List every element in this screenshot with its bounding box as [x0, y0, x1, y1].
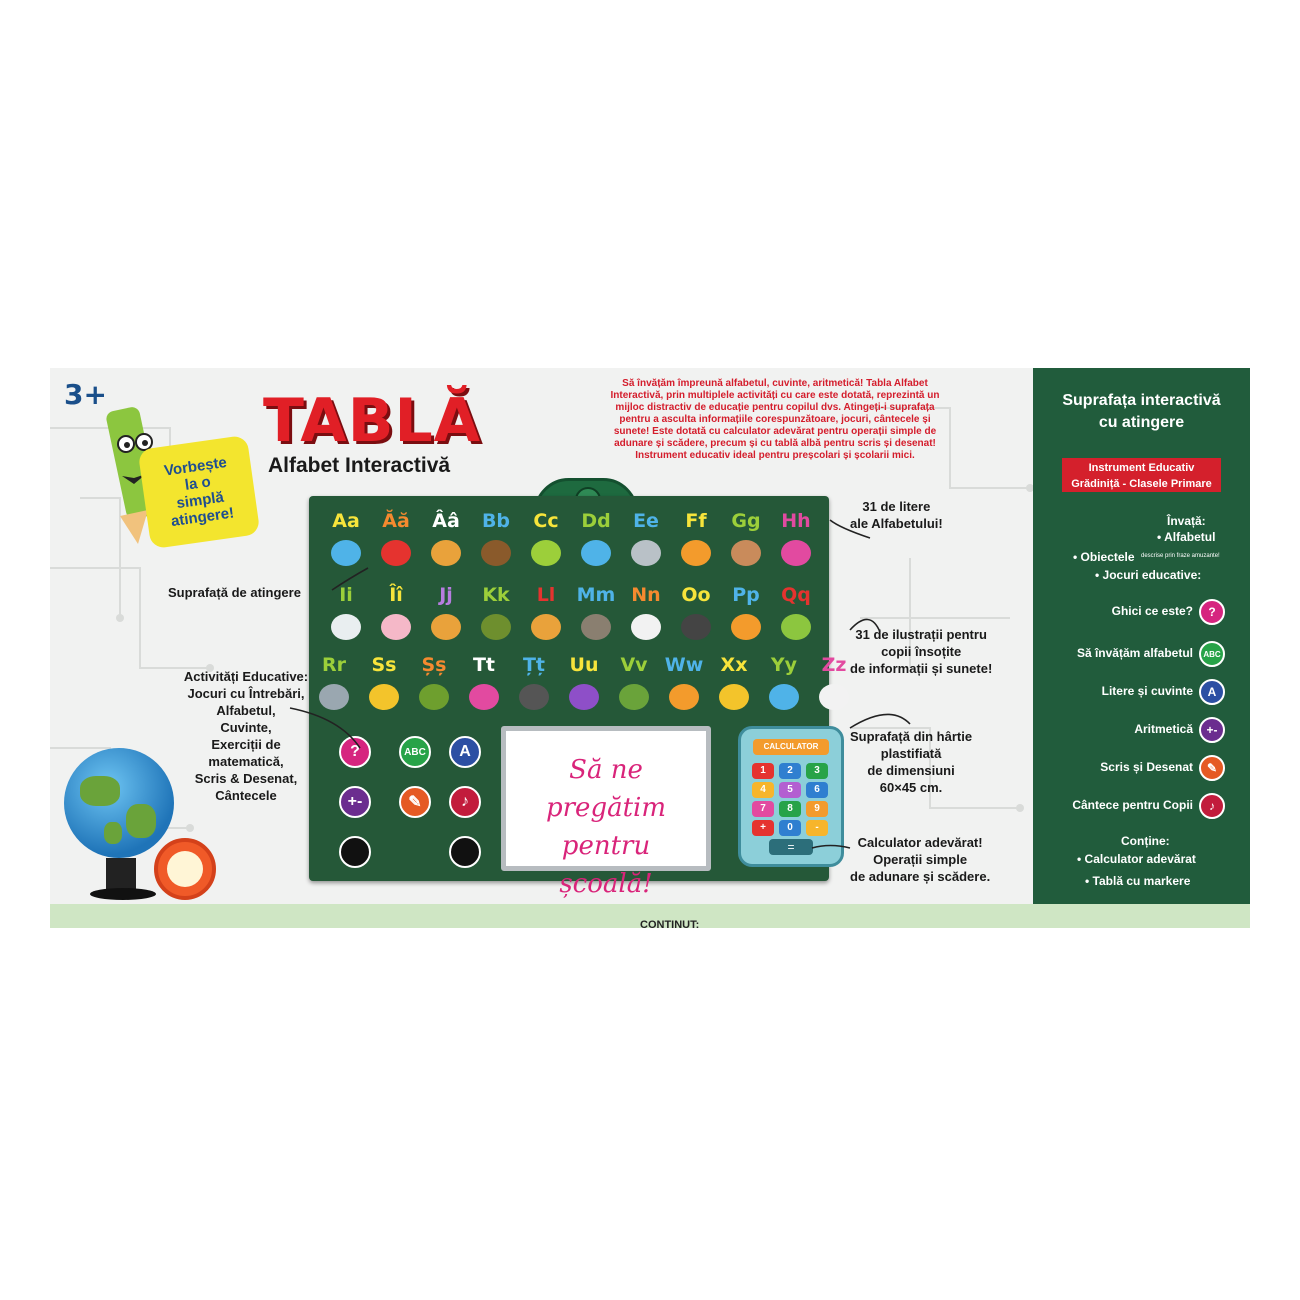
contains-heading: Conține: — [1121, 834, 1170, 848]
mode-plus-minus-icon: +- — [1199, 717, 1225, 743]
mode-label-arithmetic: Aritmetică — [1134, 722, 1193, 736]
mode-label-letters: Litere și cuvinte — [1101, 684, 1193, 698]
mode-abc-icon: ABC — [1199, 641, 1225, 667]
learn-item-alphabet: • Alfabetul — [1157, 530, 1216, 544]
globe-icon — [64, 748, 174, 858]
side-panel-title: Suprafața interactivă cu atingere — [1062, 392, 1221, 431]
mode-letter-a-icon: A — [1199, 679, 1225, 705]
mode-label-drawing: Scris și Desenat — [1100, 760, 1193, 774]
learn-item-objects: • Obiectele — [1073, 550, 1135, 564]
globe-stand — [106, 858, 136, 892]
mode-label-guess: Ghici ce este? — [1111, 604, 1193, 618]
product-box: 3+ Vorbește la o simplă atingere! TABLĂ … — [50, 368, 1250, 928]
learn-item-objects-note: descrise prin fraze amuzante! — [1141, 553, 1220, 559]
alarm-clock-icon — [154, 838, 216, 900]
globe-base — [90, 888, 156, 900]
mode-pencil-icon: ✎ — [1199, 755, 1225, 781]
mode-question-icon: ? — [1199, 599, 1225, 625]
learn-heading: Învață: — [1167, 514, 1206, 528]
contains-item-whiteboard: • Tablă cu markere — [1085, 874, 1191, 888]
learn-item-games: • Jocuri educative: — [1095, 568, 1202, 582]
mode-label-songs: Cântece pentru Copii — [1072, 798, 1193, 812]
contents-label: CONTINUT: — [640, 919, 700, 928]
mode-music-note-icon: ♪ — [1199, 793, 1225, 819]
side-panel-badge: Instrument Educativ Grădiniță - Clasele … — [1062, 458, 1221, 492]
mode-label-alphabet: Să învățăm alfabetul — [1076, 646, 1193, 660]
side-panel: Suprafața interactivă cu atingere Instru… — [1033, 368, 1250, 904]
contains-item-calculator: • Calculator adevărat — [1077, 852, 1196, 866]
